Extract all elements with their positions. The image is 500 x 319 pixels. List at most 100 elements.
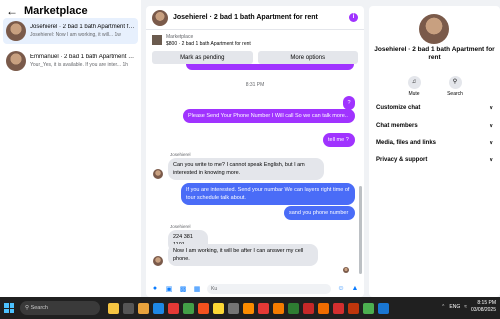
- back-arrow-icon[interactable]: ←: [6, 4, 20, 18]
- edge-icon[interactable]: [153, 302, 164, 314]
- row-label: Chat members: [376, 123, 418, 129]
- chevron-down-icon: ∨: [489, 157, 493, 163]
- message-outgoing: ?: [343, 96, 355, 110]
- listing-description: $800 · 2 bad 1 bath Apartment for rent: [166, 41, 251, 47]
- app-icon[interactable]: [273, 302, 284, 314]
- row-label: Media, files and links: [376, 140, 437, 146]
- windows-start-icon[interactable]: [4, 303, 14, 313]
- conversation-name: Emmanuel · 2 bad 1 bath Apartment for re…: [30, 54, 135, 60]
- gif-icon[interactable]: ▦: [193, 285, 201, 293]
- app-icon[interactable]: [243, 302, 254, 314]
- sticker-icon[interactable]: ▩: [179, 285, 187, 293]
- app-icon[interactable]: [288, 302, 299, 314]
- mark-as-pending-button[interactable]: Mark as pending: [152, 51, 253, 64]
- copilot-icon[interactable]: [108, 302, 119, 314]
- app-icon[interactable]: [258, 302, 269, 314]
- sender-avatar: [153, 256, 163, 266]
- chevron-down-icon: ∨: [489, 140, 493, 146]
- bell-icon: ♫: [407, 76, 421, 89]
- app-icon[interactable]: [378, 302, 389, 314]
- system-tray: ⌃ ENG ≈ 8:15 PM 03/08/2025: [441, 300, 496, 314]
- row-media-files-links[interactable]: Media, files and links ∨: [376, 140, 493, 146]
- app-icon[interactable]: [303, 302, 314, 314]
- row-chat-members[interactable]: Chat members ∨: [376, 123, 493, 129]
- message-input[interactable]: Ku: [207, 283, 331, 294]
- conversation-preview: Josehierel: Now I am working, it will...…: [30, 32, 121, 38]
- mute-button[interactable]: ♫ Mute: [399, 76, 429, 97]
- message-thread: 8:31 PM ? Please Send Your Phone Number …: [146, 64, 364, 280]
- message-outgoing: sand you phone number: [284, 206, 355, 220]
- row-privacy-support[interactable]: Privacy & support ∨: [376, 157, 493, 163]
- like-icon[interactable]: ▲: [351, 285, 359, 292]
- chat-avatar[interactable]: [152, 9, 168, 26]
- conversation-item-josehierel[interactable]: Josehierel · 2 bad 1 bath Apartment for …: [3, 18, 138, 44]
- composer-bar: ● ▣ ▩ ▦ Ku ☺ ▲: [146, 280, 364, 297]
- row-customize-chat[interactable]: Customize chat ∨: [376, 105, 493, 111]
- message-outgoing: Please Send Your Phone Number I Will cal…: [183, 109, 355, 123]
- seen-avatar: [343, 267, 349, 273]
- profile-name: Josehierel · 2 bad 1 bath Apartment for …: [374, 46, 495, 61]
- mute-label: Mute: [408, 91, 420, 97]
- image-icon[interactable]: ▣: [165, 285, 173, 293]
- conversation-preview: Your_Yes, it is available. If you are in…: [30, 62, 129, 68]
- microphone-icon[interactable]: ●: [151, 285, 159, 292]
- app-icon[interactable]: [363, 302, 374, 314]
- taskbar-search-box[interactable]: ⚲ Search: [20, 301, 100, 315]
- chat-scrollbar[interactable]: [359, 186, 362, 274]
- chevron-down-icon: ∨: [489, 123, 493, 129]
- chat-header: Josehierel · 2 bad 1 bath Apartment for …: [146, 6, 364, 30]
- info-icon[interactable]: i: [349, 13, 358, 22]
- message-incoming: Now I am working, it will be after I can…: [168, 244, 318, 266]
- search-icon: ⚲: [448, 76, 462, 89]
- search-button[interactable]: ⚲ Search: [440, 76, 470, 97]
- app-icon[interactable]: [228, 302, 239, 314]
- listing-thumbnail: [152, 35, 162, 45]
- profile-avatar[interactable]: [419, 14, 449, 44]
- search-label: Search: [447, 91, 463, 97]
- message-outgoing: If you are interested. Send your numbar …: [181, 183, 355, 205]
- conversation-item-emmanuel[interactable]: Emmanuel · 2 bad 1 bath Apartment for re…: [3, 48, 138, 74]
- row-label: Privacy & support: [376, 157, 428, 163]
- app-icon[interactable]: [213, 302, 224, 314]
- message-incoming: Can you write to me? I cannot speak Engl…: [168, 158, 324, 180]
- more-options-button[interactable]: More options: [257, 51, 358, 64]
- task-view-icon[interactable]: [123, 302, 134, 314]
- clock-time: 8:15 PM: [477, 300, 496, 306]
- clock-date: 03/08/2025: [470, 307, 496, 313]
- taskbar-clock[interactable]: 8:15 PM 03/08/2025: [471, 300, 496, 314]
- chrome-icon[interactable]: [183, 302, 194, 314]
- message-timestamp: 8:31 PM: [245, 82, 265, 88]
- message-bubble-cutoff: [186, 64, 354, 70]
- message-outgoing: tell me ?: [323, 133, 355, 147]
- avatar: [6, 21, 26, 41]
- emoji-icon[interactable]: ☺: [337, 285, 345, 292]
- sender-name: Josehierel: [170, 152, 191, 157]
- chat-panel: Josehierel · 2 bad 1 bath Apartment for …: [146, 6, 364, 297]
- app-icon[interactable]: [198, 302, 209, 314]
- app-icon[interactable]: [348, 302, 359, 314]
- chevron-down-icon: ∨: [489, 105, 493, 111]
- wifi-icon[interactable]: ≈: [464, 304, 467, 310]
- listing-actions: Mark as pending More options: [146, 51, 364, 64]
- windows-taskbar: ⚲ Search ⌃ ENG ≈ 8:15 PM 03/08/2025: [0, 297, 500, 319]
- conversation-name: Josehierel · 2 bad 1 bath Apartment for …: [30, 24, 135, 30]
- app-icon[interactable]: [333, 302, 344, 314]
- sender-avatar: [153, 169, 163, 179]
- language-indicator[interactable]: ENG: [449, 304, 460, 310]
- chat-details-panel: Josehierel · 2 bad 1 bath Apartment for …: [369, 6, 500, 297]
- messenger-app: ← Marketplace Josehierel · 2 bad 1 bath …: [0, 0, 500, 297]
- row-label: Customize chat: [376, 105, 421, 111]
- marketplace-title: Marketplace: [24, 5, 88, 17]
- avatar: [6, 51, 26, 71]
- chevron-up-icon[interactable]: ⌃: [441, 304, 445, 310]
- chat-title[interactable]: Josehierel · 2 bad 1 bath Apartment for …: [173, 14, 349, 21]
- sender-name: Josehierel: [170, 224, 191, 229]
- conversation-list-panel: ← Marketplace Josehierel · 2 bad 1 bath …: [0, 0, 141, 297]
- file-explorer-icon[interactable]: [138, 302, 149, 314]
- listing-source: Marketplace: [166, 34, 194, 40]
- taskbar-search-placeholder: Search: [30, 305, 48, 311]
- taskbar-apps: [108, 302, 389, 314]
- app-icon[interactable]: [318, 302, 329, 314]
- app-icon[interactable]: [168, 302, 179, 314]
- listing-summary[interactable]: Marketplace $800 · 2 bad 1 bath Apartmen…: [146, 30, 364, 51]
